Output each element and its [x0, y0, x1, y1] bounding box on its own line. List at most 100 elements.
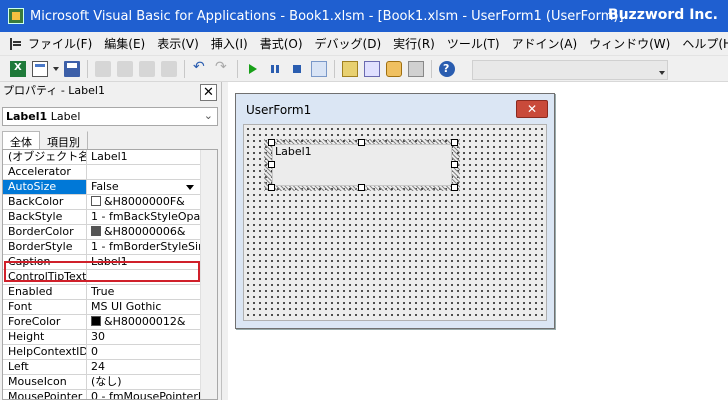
property-value[interactable]: 24: [88, 360, 200, 374]
property-value-cell[interactable]: &H8000000F&: [88, 195, 200, 209]
property-row[interactable]: MousePointer 0 - fmMousePointerDefault: [3, 390, 200, 399]
save-icon[interactable]: [64, 60, 80, 77]
property-key: Enabled: [3, 285, 87, 299]
property-value[interactable]: 0 - fmMousePointerDefault: [88, 390, 200, 399]
copy-icon[interactable]: [117, 60, 133, 77]
scrollbar-thumb[interactable]: [204, 152, 214, 397]
design-mode-icon[interactable]: [311, 60, 327, 77]
property-key: BackStyle: [3, 210, 87, 224]
reset-icon[interactable]: [289, 61, 305, 77]
undo-icon[interactable]: [192, 59, 208, 77]
property-key: ForeColor: [3, 315, 87, 329]
toolbar-separator: [87, 59, 88, 78]
object-dropdown[interactable]: Label1 Label ⌄: [2, 107, 218, 126]
toolbar-options-icon[interactable]: [659, 65, 665, 77]
property-value[interactable]: 0: [88, 345, 200, 359]
menu-insert[interactable]: 挿入(I): [205, 35, 254, 52]
tab-alphabetic[interactable]: 全体: [2, 131, 40, 149]
property-value[interactable]: [88, 270, 200, 284]
property-key: BackColor: [3, 195, 87, 209]
code-window-menu-icon[interactable]: [10, 37, 21, 50]
toolbar-separator: [237, 59, 238, 78]
property-row[interactable]: BorderColor &H80000006&: [3, 225, 200, 240]
property-value[interactable]: Label1: [88, 255, 200, 269]
vertical-scrollbar[interactable]: [200, 150, 217, 399]
property-value-cell[interactable]: &H80000012&: [88, 315, 200, 329]
properties-icon[interactable]: [364, 60, 380, 77]
property-row[interactable]: BorderStyle 1 - fmBorderStyleSingle: [3, 240, 200, 255]
resize-handle[interactable]: [358, 139, 365, 146]
userform-window[interactable]: UserForm1 ✕: [235, 93, 555, 329]
menu-format[interactable]: 書式(O): [254, 35, 309, 52]
property-row-selected[interactable]: AutoSize False: [3, 180, 200, 195]
property-row[interactable]: Accelerator: [3, 165, 200, 180]
menu-run[interactable]: 実行(R): [387, 35, 441, 52]
project-explorer-icon[interactable]: [342, 60, 358, 77]
chevron-down-icon[interactable]: [53, 61, 59, 77]
close-icon[interactable]: ✕: [200, 84, 217, 101]
property-value[interactable]: 30: [88, 330, 200, 344]
property-row[interactable]: (オブジェクト名) Label1: [3, 150, 200, 165]
resize-handle[interactable]: [268, 184, 275, 191]
property-row[interactable]: ControlTipText: [3, 270, 200, 285]
menu-tools[interactable]: ツール(T): [441, 35, 506, 52]
property-key: Accelerator: [3, 165, 87, 179]
menu-addins[interactable]: アドイン(A): [506, 35, 584, 52]
label-control[interactable]: Label1: [272, 144, 452, 186]
property-row[interactable]: Left 24: [3, 360, 200, 375]
property-key: (オブジェクト名): [3, 150, 87, 164]
property-value[interactable]: (なし): [88, 375, 200, 389]
chevron-down-icon[interactable]: ⌄: [204, 107, 213, 124]
menu-window[interactable]: ウィンドウ(W): [583, 35, 676, 52]
property-row[interactable]: BackStyle 1 - fmBackStyleOpaque: [3, 210, 200, 225]
menu-file[interactable]: ファイル(F): [22, 35, 98, 52]
tab-categorized[interactable]: 項目別: [40, 131, 88, 149]
insert-userform-icon[interactable]: [32, 60, 48, 77]
property-row[interactable]: BackColor &H8000000F&: [3, 195, 200, 210]
excel-icon[interactable]: [10, 60, 26, 77]
property-row[interactable]: HelpContextID 0: [3, 345, 200, 360]
menu-view[interactable]: 表示(V): [151, 35, 205, 52]
property-row[interactable]: MouseIcon (なし): [3, 375, 200, 390]
object-browser-icon[interactable]: [386, 60, 402, 77]
resize-handle[interactable]: [268, 139, 275, 146]
menu-debug[interactable]: デバッグ(D): [309, 35, 388, 52]
property-value[interactable]: Label1: [88, 150, 200, 164]
property-row[interactable]: Font MS UI Gothic: [3, 300, 200, 315]
property-value[interactable]: 1 - fmBackStyleOpaque: [88, 210, 200, 224]
color-swatch: [91, 226, 101, 236]
property-row[interactable]: Caption Label1: [3, 255, 200, 270]
menu-edit[interactable]: 編集(E): [98, 35, 151, 52]
property-value[interactable]: 1 - fmBorderStyleSingle: [88, 240, 200, 254]
resize-handle[interactable]: [451, 184, 458, 191]
property-row[interactable]: Enabled True: [3, 285, 200, 300]
property-value[interactable]: True: [88, 285, 200, 299]
color-swatch: [91, 316, 101, 326]
menu-help[interactable]: ヘルプ(H): [676, 35, 728, 52]
property-value[interactable]: MS UI Gothic: [88, 300, 200, 314]
property-key: Left: [3, 360, 87, 374]
redo-icon[interactable]: [214, 59, 230, 77]
resize-handle[interactable]: [451, 161, 458, 168]
toolbox-icon[interactable]: [408, 60, 424, 77]
close-icon[interactable]: ✕: [516, 100, 548, 118]
property-row[interactable]: ForeColor &H80000012&: [3, 315, 200, 330]
break-icon[interactable]: [267, 61, 283, 77]
property-value-dropdown[interactable]: False: [88, 180, 200, 194]
property-key: Height: [3, 330, 87, 344]
resize-handle[interactable]: [358, 184, 365, 191]
cut-icon[interactable]: [95, 60, 111, 77]
find-icon[interactable]: [161, 60, 177, 77]
dropdown-arrow-icon[interactable]: [183, 181, 197, 193]
resize-handle[interactable]: [451, 139, 458, 146]
property-row[interactable]: Height 30: [3, 330, 200, 345]
property-key: Font: [3, 300, 87, 314]
property-value-cell[interactable]: &H80000006&: [88, 225, 200, 239]
property-value[interactable]: [88, 165, 200, 179]
vba-app-icon[interactable]: [8, 8, 24, 24]
run-icon[interactable]: [245, 61, 261, 77]
resize-handle[interactable]: [268, 161, 275, 168]
help-icon[interactable]: [439, 60, 455, 77]
window-title: Microsoft Visual Basic for Applications …: [30, 8, 624, 24]
paste-icon[interactable]: [139, 60, 155, 77]
